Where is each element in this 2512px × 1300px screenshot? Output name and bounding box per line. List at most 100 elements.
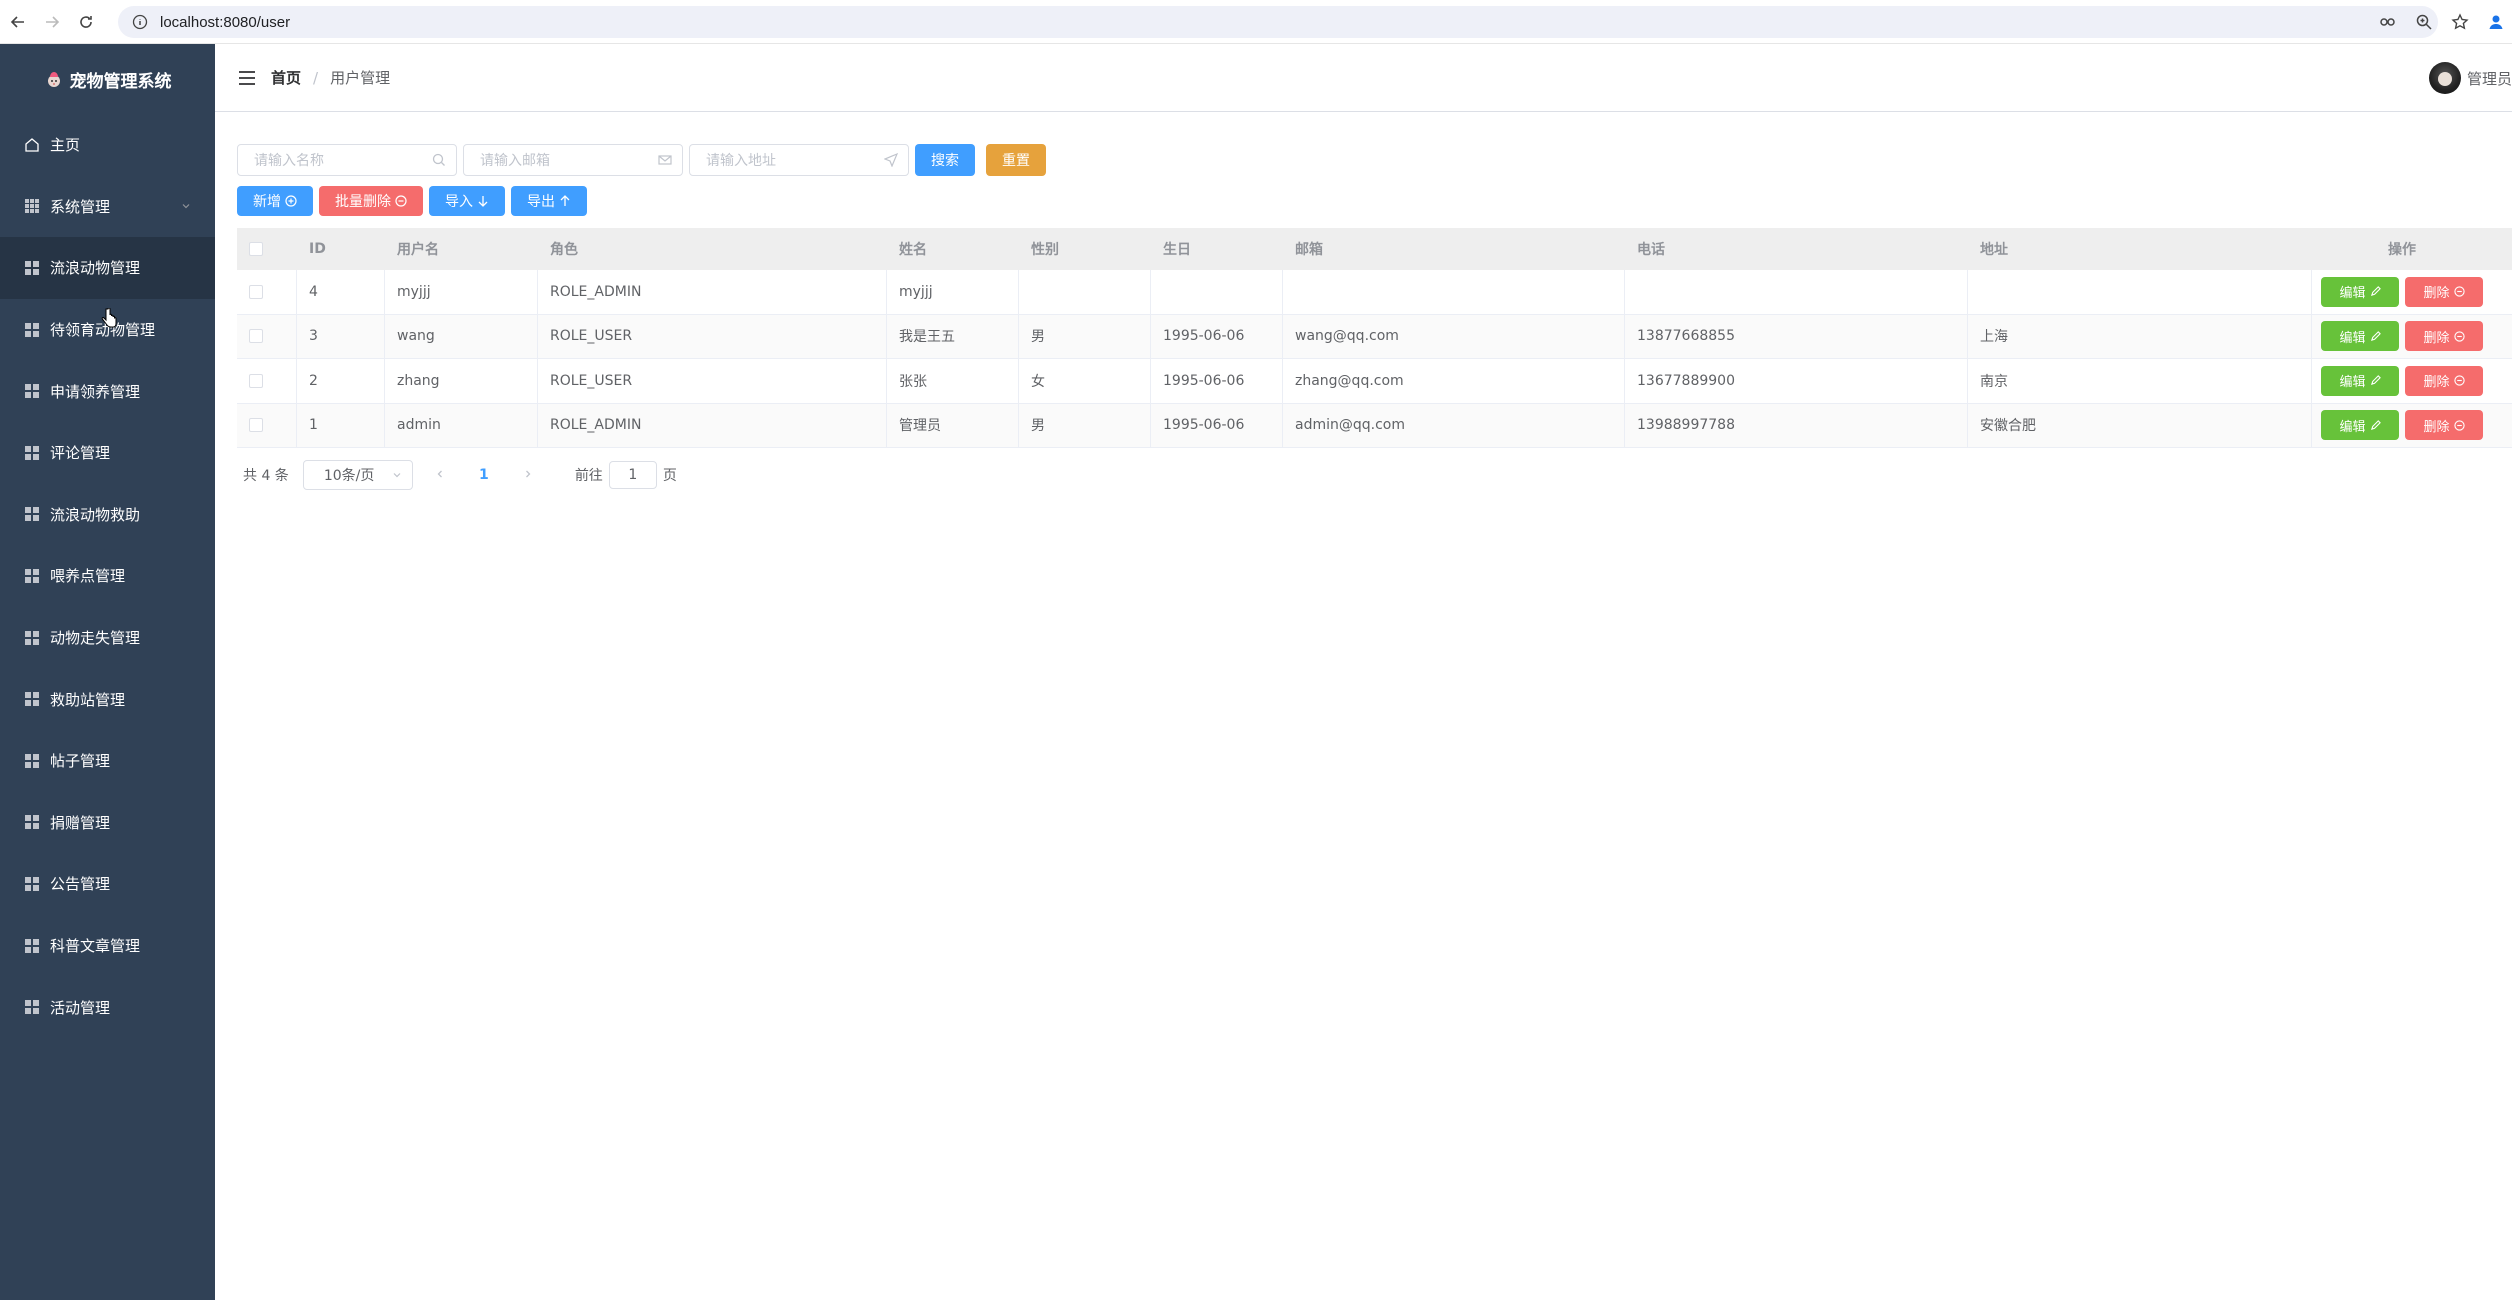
user-table: ID 用户名 角色 姓名 性别 生日 邮箱 电话 地址 操作 4 myjjj ROL… xyxy=(237,228,2512,448)
cell-birth: 1995-06-06 xyxy=(1151,314,1283,358)
cell-email xyxy=(1283,270,1625,314)
cell-phone: 13877668855 xyxy=(1625,314,1968,358)
grid-icon xyxy=(24,445,40,461)
prev-page-button[interactable] xyxy=(433,467,447,483)
add-button[interactable]: 新增 xyxy=(237,186,313,216)
sidebar-item-13[interactable]: 科普文章管理 xyxy=(0,915,215,977)
delete-label: 删除 xyxy=(2423,285,2450,301)
page-number[interactable]: 1 xyxy=(467,467,501,483)
breadcrumb-current: 用户管理 xyxy=(330,69,391,87)
header-id[interactable]: ID xyxy=(297,228,385,270)
collapse-menu-button[interactable] xyxy=(239,69,257,87)
cell-username: myjjj xyxy=(385,270,538,314)
grid-icon xyxy=(24,383,40,399)
sidebar-item-7[interactable]: 喂养点管理 xyxy=(0,545,215,607)
reload-button[interactable] xyxy=(70,6,102,38)
arrow-up-icon xyxy=(560,195,570,206)
delete-label: 删除 xyxy=(2423,329,2450,345)
browser-actions xyxy=(2372,6,2512,38)
sidebar-item-1[interactable]: 系统管理 xyxy=(0,176,215,238)
cell-sex: 男 xyxy=(1019,314,1151,358)
edit-button[interactable]: 编辑 xyxy=(2321,321,2399,352)
row-actions: 编辑 删除 xyxy=(2312,315,2492,359)
sidebar-item-label: 公告管理 xyxy=(50,875,111,894)
edit-button[interactable]: 编辑 xyxy=(2321,365,2399,396)
edit-pen-icon xyxy=(2370,330,2381,341)
row-checkbox[interactable] xyxy=(249,329,263,344)
cell-role: ROLE_USER xyxy=(538,314,887,358)
delete-button[interactable]: 删除 xyxy=(2405,276,2483,307)
search-button[interactable]: 搜索 xyxy=(915,144,975,176)
select-all-checkbox[interactable] xyxy=(249,242,263,256)
row-checkbox[interactable] xyxy=(249,373,263,388)
export-label: 导出 xyxy=(527,193,555,209)
back-arrow-icon xyxy=(10,15,24,28)
forward-button[interactable] xyxy=(36,6,68,38)
zoom-icon[interactable] xyxy=(2408,6,2440,38)
address-bar[interactable]: localhost:8080/user xyxy=(118,6,2438,38)
user-name[interactable]: 管理员 xyxy=(2467,68,2512,89)
sidebar: 宠物管理系统 主页 系统管理 流浪动物管理 待领育动物管理 申请领养管理 评论管理 流浪动物… xyxy=(0,44,215,1300)
grid-icon xyxy=(24,260,40,276)
sidebar-item-4[interactable]: 申请领养管理 xyxy=(0,360,215,422)
next-page-button[interactable] xyxy=(521,467,535,483)
sidebar-item-label: 救助站管理 xyxy=(50,690,126,709)
table-row: 4 myjjj ROLE_ADMIN myjjj 编辑 删除 xyxy=(237,270,2512,315)
row-checkbox-cell xyxy=(237,270,297,314)
sidebar-item-0[interactable]: 主页 xyxy=(0,114,215,176)
row-checkbox[interactable] xyxy=(249,418,263,433)
user-menu[interactable]: 管理员 xyxy=(2428,62,2512,94)
import-button[interactable]: 导入 xyxy=(429,186,505,216)
back-button[interactable] xyxy=(2,6,34,38)
edit-label: 编辑 xyxy=(2339,418,2366,434)
delete-button[interactable]: 删除 xyxy=(2405,365,2483,396)
header-birth: 生日 xyxy=(1163,242,1191,258)
import-label: 导入 xyxy=(445,193,473,209)
row-actions: 编辑 删除 xyxy=(2312,359,2492,403)
goto-prefix: 前往 xyxy=(574,468,603,484)
cell-address xyxy=(1968,270,2312,314)
sidebar-item-14[interactable]: 活动管理 xyxy=(0,976,215,1038)
sidebar-item-10[interactable]: 帖子管理 xyxy=(0,730,215,792)
bookmark-star-icon[interactable] xyxy=(2444,6,2476,38)
sidebar-item-2[interactable]: 流浪动物管理 xyxy=(0,237,215,299)
edit-button[interactable]: 编辑 xyxy=(2321,276,2399,307)
row-checkbox[interactable] xyxy=(249,284,263,299)
edit-button[interactable]: 编辑 xyxy=(2321,410,2399,441)
reset-button[interactable]: 重置 xyxy=(986,144,1046,176)
cell-username: wang xyxy=(385,314,538,358)
name-placeholder: 请输入名称 xyxy=(254,153,324,169)
password-key-icon[interactable] xyxy=(2372,6,2404,38)
sidebar-item-11[interactable]: 捐赠管理 xyxy=(0,792,215,854)
pet-logo-icon xyxy=(47,72,60,87)
row-checkbox-cell xyxy=(237,359,297,403)
avatar[interactable] xyxy=(2428,62,2461,94)
app-logo: 宠物管理系统 xyxy=(0,44,215,114)
sidebar-item-6[interactable]: 流浪动物救助 xyxy=(0,484,215,546)
sidebar-item-9[interactable]: 救助站管理 xyxy=(0,668,215,730)
profile-icon[interactable] xyxy=(2480,6,2512,38)
message-icon xyxy=(658,155,672,165)
name-search-input[interactable]: 请输入名称 xyxy=(237,144,457,176)
cell-sex: 男 xyxy=(1019,403,1151,447)
address-search-input[interactable]: 请输入地址 xyxy=(689,144,909,176)
email-search-input[interactable]: 请输入邮箱 xyxy=(463,144,683,176)
batch-delete-button[interactable]: 批量删除 xyxy=(319,186,423,216)
export-button[interactable]: 导出 xyxy=(511,186,587,216)
grid-icon xyxy=(24,999,40,1015)
sidebar-item-8[interactable]: 动物走失管理 xyxy=(0,607,215,669)
address-placeholder: 请输入地址 xyxy=(706,153,776,169)
site-info-icon[interactable] xyxy=(132,14,148,30)
goto-page-input[interactable]: 1 xyxy=(608,461,657,489)
delete-button[interactable]: 删除 xyxy=(2405,321,2483,352)
sidebar-item-12[interactable]: 公告管理 xyxy=(0,853,215,915)
delete-button[interactable]: 删除 xyxy=(2405,410,2483,441)
cell-address: 上海 xyxy=(1968,314,2312,358)
table-row: 2 zhang ROLE_USER 张张女 1995-06-06 zhang@qq.com… xyxy=(237,359,2512,404)
cell-name: 管理员 xyxy=(887,403,1019,447)
sidebar-item-label: 流浪动物管理 xyxy=(50,259,141,278)
sidebar-item-5[interactable]: 评论管理 xyxy=(0,422,215,484)
page-size-select[interactable]: 10条/页 xyxy=(302,460,413,490)
cell-name: 张张 xyxy=(887,359,1019,403)
breadcrumb-home[interactable]: 首页 xyxy=(271,67,301,88)
